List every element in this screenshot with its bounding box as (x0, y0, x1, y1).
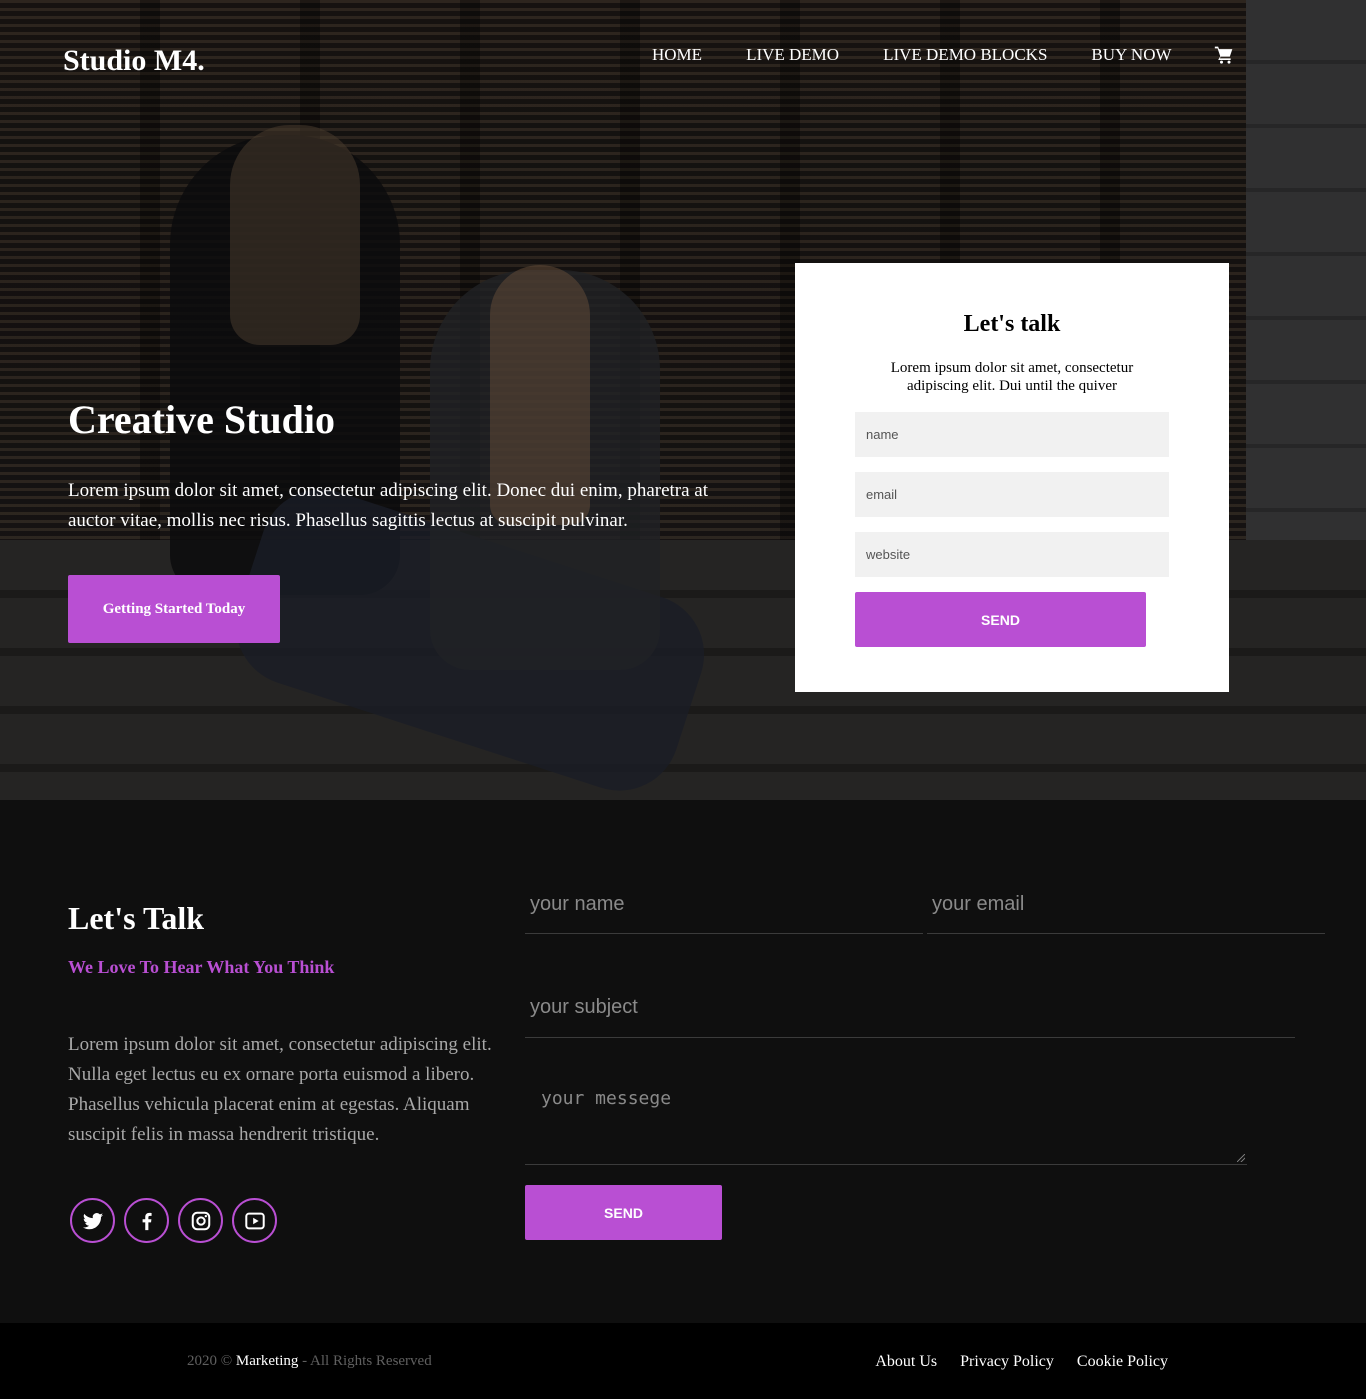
card-send-button[interactable]: SEND (855, 592, 1146, 647)
footer-link-cookie-policy[interactable]: Cookie Policy (1077, 1353, 1168, 1371)
card-website-input[interactable]: website (855, 532, 1169, 577)
youtube-icon[interactable] (232, 1198, 277, 1243)
nav-item-live-demo-blocks[interactable]: LIVE DEMO BLOCKS (883, 44, 1047, 66)
main-nav: HOME LIVE DEMO LIVE DEMO BLOCKS BUY NOW (630, 44, 1234, 66)
footer: 2020 © Marketing - All Rights Reserved A… (0, 1323, 1366, 1399)
card-description: Lorem ipsum dolor sit amet, consectetur … (890, 360, 1134, 394)
your-email-input[interactable]: your email (927, 875, 1325, 934)
twitter-icon[interactable] (70, 1198, 115, 1243)
your-name-input[interactable]: your name (525, 875, 923, 934)
footer-links: About Us Privacy Policy Cookie Policy (852, 1353, 1168, 1371)
resize-handle[interactable] (1237, 1154, 1245, 1162)
hero-title: Creative Studio (68, 397, 336, 442)
your-subject-input[interactable]: your subject (525, 978, 1295, 1038)
nav-item-buy-now[interactable]: BUY NOW (1091, 44, 1171, 66)
lets-talk-card: Let's talk Lorem ipsum dolor sit amet, c… (795, 263, 1229, 692)
instagram-icon[interactable] (178, 1198, 223, 1243)
hero-description: Lorem ipsum dolor sit amet, consectetur … (68, 480, 709, 531)
social-links (70, 1198, 286, 1243)
contact-title: Let's Talk (68, 900, 205, 936)
card-name-input[interactable]: name (855, 412, 1169, 457)
message-placeholder: your messege (541, 1088, 672, 1109)
site-logo[interactable]: Studio M4. (63, 44, 205, 78)
card-email-input[interactable]: email (855, 472, 1169, 517)
your-message-textarea[interactable]: your messege (525, 1070, 1247, 1165)
footer-link-about-us[interactable]: About Us (875, 1353, 937, 1371)
copyright: 2020 © Marketing - All Rights Reserved (187, 1353, 432, 1369)
nav-item-home[interactable]: HOME (652, 44, 702, 66)
facebook-icon[interactable] (124, 1198, 169, 1243)
card-title: Let's talk (963, 311, 1061, 337)
footer-link-privacy-policy[interactable]: Privacy Policy (960, 1353, 1054, 1371)
hero-section: Studio M4. HOME LIVE DEMO LIVE DEMO BLOC… (0, 0, 1366, 800)
nav-item-live-demo[interactable]: LIVE DEMO (746, 44, 839, 66)
contact-subtitle: We Love To Hear What You Think (68, 957, 335, 977)
contact-send-button[interactable]: SEND (525, 1185, 722, 1240)
cart-icon[interactable] (1214, 45, 1234, 65)
getting-started-button[interactable]: Getting Started Today (68, 575, 280, 643)
contact-section: Let's Talk We Love To Hear What You Thin… (0, 800, 1366, 1323)
contact-description: Lorem ipsum dolor sit amet, consectetur … (68, 1034, 492, 1145)
footer-brand-link[interactable]: Marketing (236, 1353, 298, 1369)
